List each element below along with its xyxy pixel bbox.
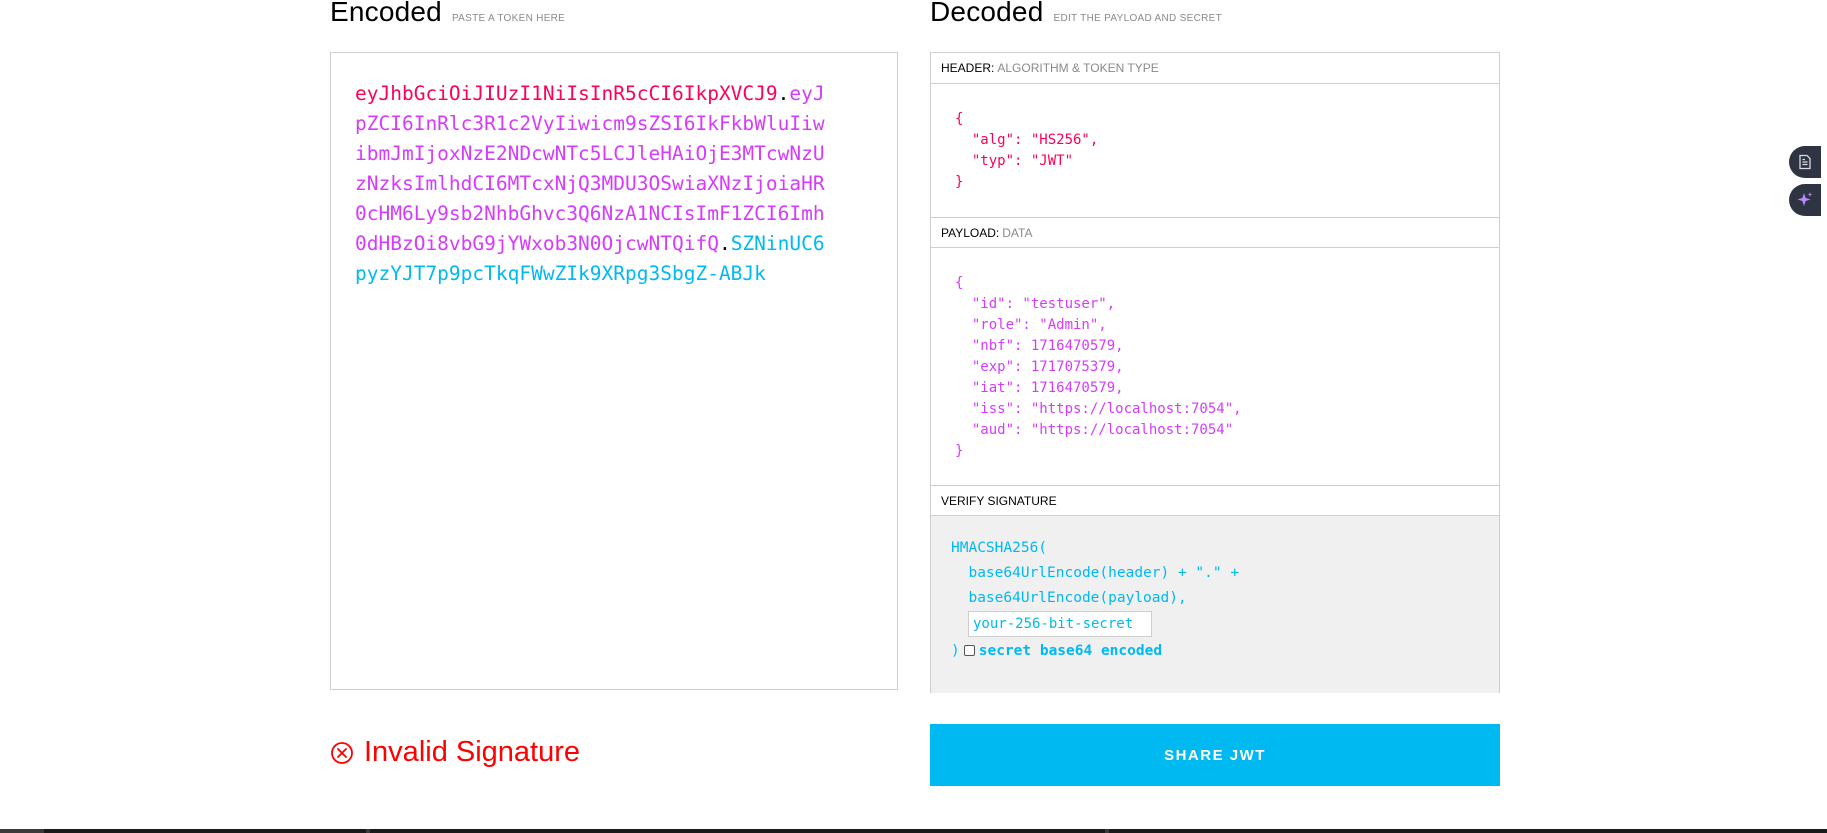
verify-line-2: base64UrlEncode(header) + "." + xyxy=(951,565,1240,581)
secret-base64-checkbox[interactable] xyxy=(963,644,975,656)
document-icon xyxy=(1799,154,1811,170)
token-payload-part: eyJpZCI6InRlc3R1c2VyIiwicm9sZSI6IkFkbWlu… xyxy=(355,82,825,255)
token-dot: . xyxy=(718,232,731,255)
token-text[interactable]: eyJhbGciOiJIUzI1NiIsInR5cCI6IkpXVCJ9.eyJ… xyxy=(355,79,825,289)
payload-json-editor[interactable]: { "id": "testuser", "role": "Admin", "nb… xyxy=(955,273,1242,462)
token-dot: . xyxy=(777,82,790,105)
decoded-title: Decoded xyxy=(930,0,1044,27)
status-text: Invalid Signature xyxy=(364,736,581,768)
decoded-panel: HEADER: ALGORITHM & TOKEN TYPE { "alg": "… xyxy=(930,52,1500,693)
encoded-title: Encoded xyxy=(330,0,442,27)
signature-status: Invalid Signature xyxy=(330,736,580,769)
encoded-token-editor[interactable]: eyJhbGciOiJIUzI1NiIsInR5cCI6IkpXVCJ9.eyJ… xyxy=(330,52,898,690)
sparkle-icon-button[interactable] xyxy=(1789,184,1821,216)
verify-section-label: VERIFY SIGNATURE xyxy=(941,494,1057,508)
sparkle-icon xyxy=(1797,192,1813,206)
verify-close-row: ) secret base64 encoded xyxy=(951,639,1239,664)
secret-base64-label[interactable]: secret base64 encoded xyxy=(979,643,1162,659)
verify-secret-row xyxy=(951,611,1239,637)
verify-line-1: HMACSHA256( xyxy=(951,540,1048,556)
circle-x-icon xyxy=(331,741,353,764)
decoded-hint: EDIT THE PAYLOAD AND SECRET xyxy=(1053,13,1222,24)
document-icon-button[interactable] xyxy=(1789,146,1821,178)
decoded-heading: Decoded EDIT THE PAYLOAD AND SECRET xyxy=(930,0,1222,28)
header-section-sublabel: ALGORITHM & TOKEN TYPE xyxy=(997,61,1159,75)
encoded-heading: Encoded PASTE A TOKEN HERE xyxy=(330,0,565,28)
encoded-hint: PASTE A TOKEN HERE xyxy=(451,13,566,24)
payload-section-sublabel: DATA xyxy=(1002,226,1033,240)
verify-signature-area: HMACSHA256( base64UrlEncode(header) + ".… xyxy=(931,516,1499,693)
verify-code: HMACSHA256( base64UrlEncode(header) + ".… xyxy=(951,536,1239,664)
token-header-part: eyJhbGciOiJIUzI1NiIsInR5cCI6IkpXVCJ9 xyxy=(355,82,778,105)
share-jwt-button[interactable]: SHARE JWT xyxy=(930,724,1500,786)
close-paren: ) xyxy=(951,643,960,659)
bottom-strip xyxy=(0,829,1827,833)
verify-line-3: base64UrlEncode(payload), xyxy=(951,590,1187,606)
payload-section-bar: PAYLOAD: DATA xyxy=(931,217,1499,248)
secret-input[interactable] xyxy=(968,611,1152,637)
header-section-label: HEADER: xyxy=(941,61,995,75)
header-json-editor[interactable]: { "alg": "HS256", "typ": "JWT" } xyxy=(955,109,1098,193)
verify-section-bar: VERIFY SIGNATURE xyxy=(931,485,1499,516)
header-section-bar: HEADER: ALGORITHM & TOKEN TYPE xyxy=(931,53,1499,84)
payload-section-label: PAYLOAD: xyxy=(941,226,1000,240)
